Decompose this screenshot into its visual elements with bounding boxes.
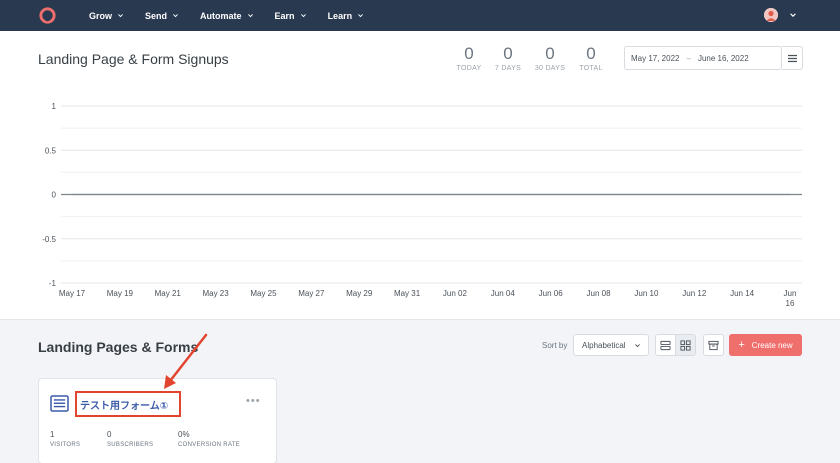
sort-label: Sort by: [542, 341, 568, 350]
metric-subscribers: 0 SUBSCRIBERS: [107, 430, 153, 448]
x-tick-label: Jun 06: [539, 289, 564, 298]
plus-icon: +: [738, 339, 745, 351]
y-tick-label: 1: [52, 102, 57, 111]
y-tick-label: 0.5: [45, 146, 57, 155]
nav-grow-label: Grow: [89, 10, 113, 21]
more-options-icon[interactable]: •••: [246, 395, 261, 407]
grid-view-icon: [680, 339, 691, 351]
nav-earn[interactable]: Earn: [275, 11, 307, 21]
archive-icon: [708, 340, 719, 350]
metric-visitors-label: VISITORS: [50, 442, 81, 448]
y-tick-label: -0.5: [42, 235, 56, 244]
form-card[interactable]: テスト用フォーム① ••• 1 VISITORS 0 SUBSCRIBERS 0…: [38, 378, 277, 463]
x-tick-label: May 17: [59, 289, 86, 298]
nav-automate[interactable]: Automate: [200, 11, 254, 21]
form-title-link[interactable]: テスト用フォーム①: [80, 397, 168, 412]
sort-dropdown[interactable]: Alphabetical: [573, 334, 649, 356]
convertkit-logo-icon[interactable]: [38, 6, 57, 25]
highlight-box: テスト用フォーム①: [75, 391, 181, 417]
x-tick-label: May 25: [250, 289, 277, 298]
chart-y-tick-labels: 1 0.5 0 -0.5 -1: [42, 102, 56, 288]
nav-grow[interactable]: Grow: [89, 11, 124, 21]
grid-view-button[interactable]: [675, 334, 696, 356]
x-tick-label: May 23: [202, 289, 229, 298]
signups-line-chart: 10.50-0.5-1 May 17 May 19 May 21 May 23 May …: [42, 102, 802, 308]
metric-subscribers-value: 0: [107, 430, 112, 439]
x-tick-label: May 29: [346, 289, 373, 298]
x-tick-label: May 19: [107, 289, 134, 298]
sort-value: Alphabetical: [582, 340, 626, 350]
main-nav: Grow Send Automate Earn Learn: [89, 0, 385, 31]
metric-visitors-value: 1: [50, 430, 55, 439]
chevron-down-icon: [247, 14, 253, 18]
metric-conversion-label: CONVERSION RATE: [178, 442, 241, 448]
chevron-down-icon: [635, 344, 640, 348]
metric-subscribers-label: SUBSCRIBERS: [107, 442, 154, 448]
chevron-down-icon: [300, 14, 306, 18]
x-tick-label: May 21: [155, 289, 182, 298]
metric-conversion: 0% CONVERSION RATE: [178, 430, 240, 448]
nav-automate-label: Automate: [200, 10, 242, 21]
archive-button[interactable]: [703, 334, 724, 356]
metric-visitors: 1 VISITORS: [50, 430, 80, 448]
chevron-down-icon: [173, 14, 178, 18]
x-tick-label: Jun 10: [634, 289, 659, 298]
x-tick-label: May 27: [298, 289, 325, 298]
x-tick-label: Jun 02: [443, 289, 468, 298]
user-avatar-icon: [764, 8, 778, 22]
nav-learn[interactable]: Learn: [328, 11, 365, 21]
create-new-button[interactable]: + Create new: [729, 334, 802, 356]
nav-send-label: Send: [145, 10, 168, 21]
x-tick-label: May 31: [394, 289, 421, 298]
chevron-down-icon: [118, 14, 123, 18]
x-tick-label: Jun 14: [730, 289, 755, 298]
account-menu-chevron-icon[interactable]: [789, 11, 797, 19]
create-new-label: Create new: [751, 340, 793, 350]
nav-send[interactable]: Send: [145, 11, 179, 21]
y-tick-label: -1: [49, 279, 57, 288]
x-tick-label: Jun 08: [587, 289, 612, 298]
x-tick-label: Jun: [784, 289, 797, 298]
list-view-icon: [660, 340, 671, 350]
signups-chart-panel: Landing Page & Form Signups 0 TODAY 0 7 …: [0, 31, 840, 320]
x-tick-label: Jun 12: [682, 289, 707, 298]
user-avatar[interactable]: [764, 8, 778, 22]
metric-conversion-value: 0%: [178, 430, 190, 439]
form-icon: [50, 395, 69, 412]
top-navbar: Grow Send Automate Earn Learn: [0, 0, 840, 31]
chevron-down-icon: [358, 14, 364, 18]
x-tick-label: 16: [786, 299, 795, 308]
x-tick-label: Jun 04: [491, 289, 516, 298]
section-title: Landing Pages & Forms: [38, 339, 199, 355]
nav-earn-label: Earn: [274, 10, 295, 21]
chart-x-tick-labels: May 17 May 19 May 21 May 23 May 25 May 27 May …: [59, 289, 797, 308]
nav-learn-label: Learn: [327, 10, 353, 21]
list-view-button[interactable]: [655, 334, 676, 356]
y-tick-label: 0: [52, 191, 57, 200]
